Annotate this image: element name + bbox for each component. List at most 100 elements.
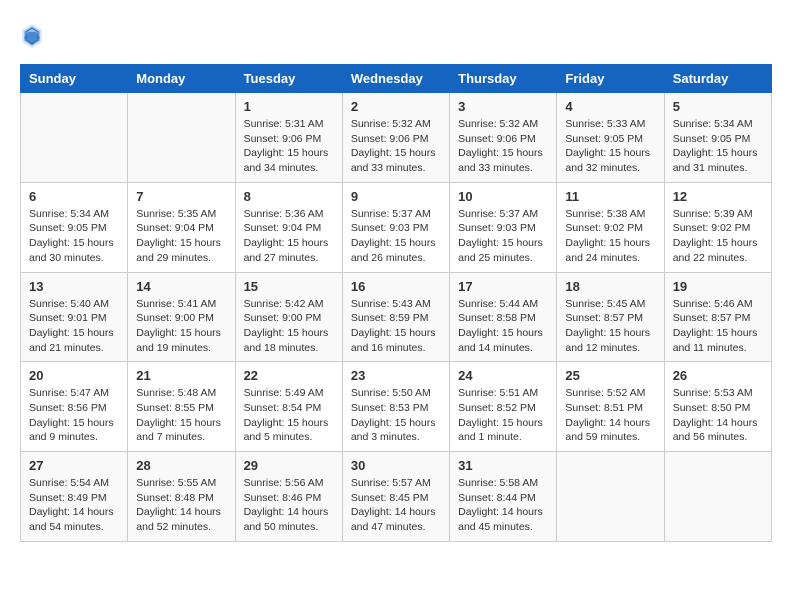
day-number: 17 <box>458 279 548 294</box>
day-header-thursday: Thursday <box>450 65 557 93</box>
day-number: 3 <box>458 99 548 114</box>
calendar-table: SundayMondayTuesdayWednesdayThursdayFrid… <box>20 64 772 542</box>
calendar-cell: 3 Sunrise: 5:32 AM Sunset: 9:06 PM Daylig… <box>450 93 557 183</box>
day-number: 14 <box>136 279 226 294</box>
calendar-cell: 7 Sunrise: 5:35 AM Sunset: 9:04 PM Daylig… <box>128 182 235 272</box>
calendar-week-5: 27Sunrise: 5:54 AM Sunset: 8:49 PM Dayli… <box>21 452 772 542</box>
calendar-cell: 2Sunrise: 5:32 AM Sunset: 9:06 PM Daylig… <box>342 93 449 183</box>
day-number: 24 <box>458 368 548 383</box>
cell-content: Sunrise: 5:34 AM Sunset: 9:05 PM Dayligh… <box>29 207 119 266</box>
day-number: 13 <box>29 279 119 294</box>
cell-content: Sunrise: 5:51 AM Sunset: 8:52 PM Dayligh… <box>458 386 548 445</box>
cell-content: Sunrise: 5:38 AM Sunset: 9:02 PM Dayligh… <box>565 207 655 266</box>
day-number: 22 <box>244 368 334 383</box>
calendar-cell: 20 Sunrise: 5:47 AM Sunset: 8:56 PM Dayli… <box>21 362 128 452</box>
cell-content: Sunrise: 5:45 AM Sunset: 8:57 PM Dayligh… <box>565 297 655 356</box>
calendar-cell: 4 Sunrise: 5:33 AM Sunset: 9:05 PM Daylig… <box>557 93 664 183</box>
day-header-wednesday: Wednesday <box>342 65 449 93</box>
cell-content: Sunrise: 5:57 AM Sunset: 8:45 PM Dayligh… <box>351 476 441 535</box>
logo <box>20 20 48 48</box>
calendar-cell: 22 Sunrise: 5:49 AM Sunset: 8:54 PM Dayli… <box>235 362 342 452</box>
cell-content: Sunrise: 5:56 AM Sunset: 8:46 PM Dayligh… <box>244 476 334 535</box>
cell-content: Sunrise: 5:50 AM Sunset: 8:53 PM Dayligh… <box>351 386 441 445</box>
day-number: 16 <box>351 279 441 294</box>
cell-content: Sunrise: 5:46 AM Sunset: 8:57 PM Dayligh… <box>673 297 763 356</box>
day-number: 23 <box>351 368 441 383</box>
calendar-cell: 18Sunrise: 5:45 AM Sunset: 8:57 PM Dayli… <box>557 272 664 362</box>
calendar-cell <box>557 452 664 542</box>
day-number: 30 <box>351 458 441 473</box>
calendar-cell: 26 Sunrise: 5:53 AM Sunset: 8:50 PM Dayli… <box>664 362 771 452</box>
calendar-cell: 29 Sunrise: 5:56 AM Sunset: 8:46 PM Dayli… <box>235 452 342 542</box>
calendar-cell: 5Sunrise: 5:34 AM Sunset: 9:05 PM Daylig… <box>664 93 771 183</box>
calendar-cell: 15 Sunrise: 5:42 AM Sunset: 9:00 PM Dayli… <box>235 272 342 362</box>
calendar-cell <box>128 93 235 183</box>
day-number: 20 <box>29 368 119 383</box>
day-header-saturday: Saturday <box>664 65 771 93</box>
day-number: 15 <box>244 279 334 294</box>
day-number: 11 <box>565 189 655 204</box>
day-header-monday: Monday <box>128 65 235 93</box>
calendar-week-4: 20 Sunrise: 5:47 AM Sunset: 8:56 PM Dayli… <box>21 362 772 452</box>
cell-content: Sunrise: 5:55 AM Sunset: 8:48 PM Dayligh… <box>136 476 226 535</box>
calendar-header-row: SundayMondayTuesdayWednesdayThursdayFrid… <box>21 65 772 93</box>
cell-content: Sunrise: 5:31 AM Sunset: 9:06 PM Dayligh… <box>244 117 334 176</box>
calendar-cell: 30 Sunrise: 5:57 AM Sunset: 8:45 PM Dayli… <box>342 452 449 542</box>
day-number: 28 <box>136 458 226 473</box>
day-number: 25 <box>565 368 655 383</box>
calendar-cell: 23 Sunrise: 5:50 AM Sunset: 8:53 PM Dayli… <box>342 362 449 452</box>
cell-content: Sunrise: 5:48 AM Sunset: 8:55 PM Dayligh… <box>136 386 226 445</box>
day-number: 7 <box>136 189 226 204</box>
cell-content: Sunrise: 5:52 AM Sunset: 8:51 PM Dayligh… <box>565 386 655 445</box>
cell-content: Sunrise: 5:35 AM Sunset: 9:04 PM Dayligh… <box>136 207 226 266</box>
day-number: 27 <box>29 458 119 473</box>
cell-content: Sunrise: 5:44 AM Sunset: 8:58 PM Dayligh… <box>458 297 548 356</box>
cell-content: Sunrise: 5:34 AM Sunset: 9:05 PM Dayligh… <box>673 117 763 176</box>
cell-content: Sunrise: 5:53 AM Sunset: 8:50 PM Dayligh… <box>673 386 763 445</box>
calendar-cell: 11 Sunrise: 5:38 AM Sunset: 9:02 PM Dayli… <box>557 182 664 272</box>
day-number: 21 <box>136 368 226 383</box>
calendar-cell: 25 Sunrise: 5:52 AM Sunset: 8:51 PM Dayli… <box>557 362 664 452</box>
calendar-week-3: 13 Sunrise: 5:40 AM Sunset: 9:01 PM Dayli… <box>21 272 772 362</box>
calendar-cell: 21 Sunrise: 5:48 AM Sunset: 8:55 PM Dayli… <box>128 362 235 452</box>
day-header-tuesday: Tuesday <box>235 65 342 93</box>
page-header <box>20 20 772 48</box>
day-number: 4 <box>565 99 655 114</box>
cell-content: Sunrise: 5:42 AM Sunset: 9:00 PM Dayligh… <box>244 297 334 356</box>
day-number: 9 <box>351 189 441 204</box>
calendar-cell: 19 Sunrise: 5:46 AM Sunset: 8:57 PM Dayli… <box>664 272 771 362</box>
cell-content: Sunrise: 5:37 AM Sunset: 9:03 PM Dayligh… <box>351 207 441 266</box>
calendar-cell: 12Sunrise: 5:39 AM Sunset: 9:02 PM Dayli… <box>664 182 771 272</box>
calendar-cell: 14 Sunrise: 5:41 AM Sunset: 9:00 PM Dayli… <box>128 272 235 362</box>
cell-content: Sunrise: 5:36 AM Sunset: 9:04 PM Dayligh… <box>244 207 334 266</box>
logo-icon <box>20 22 44 50</box>
day-number: 1 <box>244 99 334 114</box>
day-header-friday: Friday <box>557 65 664 93</box>
day-number: 19 <box>673 279 763 294</box>
calendar-cell <box>664 452 771 542</box>
calendar-week-2: 6Sunrise: 5:34 AM Sunset: 9:05 PM Daylig… <box>21 182 772 272</box>
calendar-cell: 1 Sunrise: 5:31 AM Sunset: 9:06 PM Daylig… <box>235 93 342 183</box>
day-number: 2 <box>351 99 441 114</box>
cell-content: Sunrise: 5:33 AM Sunset: 9:05 PM Dayligh… <box>565 117 655 176</box>
cell-content: Sunrise: 5:41 AM Sunset: 9:00 PM Dayligh… <box>136 297 226 356</box>
day-number: 26 <box>673 368 763 383</box>
cell-content: Sunrise: 5:49 AM Sunset: 8:54 PM Dayligh… <box>244 386 334 445</box>
cell-content: Sunrise: 5:40 AM Sunset: 9:01 PM Dayligh… <box>29 297 119 356</box>
day-header-sunday: Sunday <box>21 65 128 93</box>
day-number: 10 <box>458 189 548 204</box>
calendar-week-1: 1 Sunrise: 5:31 AM Sunset: 9:06 PM Daylig… <box>21 93 772 183</box>
calendar-cell: 10 Sunrise: 5:37 AM Sunset: 9:03 PM Dayli… <box>450 182 557 272</box>
day-number: 31 <box>458 458 548 473</box>
calendar-cell: 17 Sunrise: 5:44 AM Sunset: 8:58 PM Dayli… <box>450 272 557 362</box>
cell-content: Sunrise: 5:58 AM Sunset: 8:44 PM Dayligh… <box>458 476 548 535</box>
cell-content: Sunrise: 5:43 AM Sunset: 8:59 PM Dayligh… <box>351 297 441 356</box>
cell-content: Sunrise: 5:37 AM Sunset: 9:03 PM Dayligh… <box>458 207 548 266</box>
calendar-cell: 13 Sunrise: 5:40 AM Sunset: 9:01 PM Dayli… <box>21 272 128 362</box>
calendar-cell <box>21 93 128 183</box>
cell-content: Sunrise: 5:39 AM Sunset: 9:02 PM Dayligh… <box>673 207 763 266</box>
day-number: 29 <box>244 458 334 473</box>
cell-content: Sunrise: 5:47 AM Sunset: 8:56 PM Dayligh… <box>29 386 119 445</box>
cell-content: Sunrise: 5:32 AM Sunset: 9:06 PM Dayligh… <box>458 117 548 176</box>
calendar-cell: 28 Sunrise: 5:55 AM Sunset: 8:48 PM Dayli… <box>128 452 235 542</box>
